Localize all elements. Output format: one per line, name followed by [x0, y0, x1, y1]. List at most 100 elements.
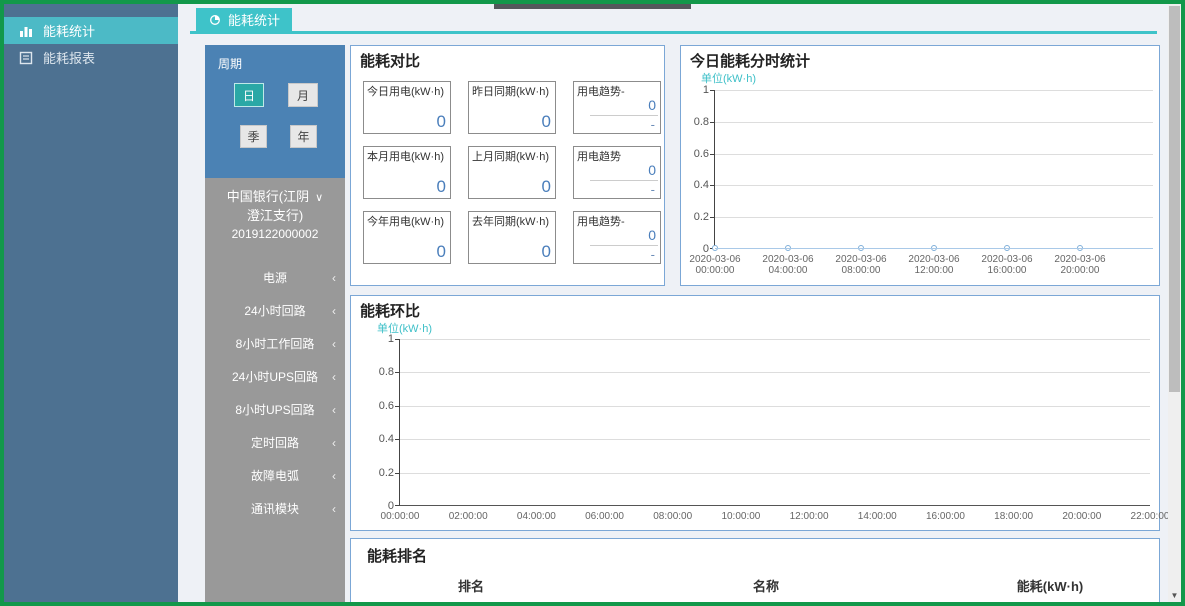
divider [590, 115, 658, 116]
sidebar-item-energy-report[interactable]: 能耗报表 [4, 44, 178, 71]
period-button-quarter[interactable]: 季 [240, 125, 267, 148]
stat-card-value: 0 [437, 112, 446, 132]
menu-item-8h-work-circuit[interactable]: 8小时工作回路‹ [205, 327, 345, 360]
pie-chart-icon [208, 12, 223, 27]
y-tick-label: 0.2 [362, 467, 394, 479]
menu-item-24h-ups-circuit[interactable]: 24小时UPS回路‹ [205, 360, 345, 393]
gridline [715, 217, 1153, 218]
device-menu: 电源‹ 24小时回路‹ 8小时工作回路‹ 24小时UPS回路‹ 8小时UPS回路… [205, 261, 345, 525]
y-tick-label: 1 [677, 84, 709, 96]
data-line [715, 248, 1153, 249]
x-tick-label: 2020-03-0612:00:00 [894, 254, 974, 276]
bar-chart-icon [18, 23, 33, 38]
y-tick-mark [710, 217, 715, 218]
tab-underline [190, 31, 1157, 34]
y-tick-mark [395, 473, 400, 474]
stat-card-label: 用电趋势- [577, 83, 657, 99]
y-tick-label: 0.6 [362, 400, 394, 412]
gridline [715, 122, 1153, 123]
panel-title: 能耗排名 [367, 545, 427, 566]
stat-card-trend-month: 用电趋势 0 - [573, 146, 661, 199]
stat-card-value: 0 [648, 227, 656, 243]
period-button-year[interactable]: 年 [290, 125, 317, 148]
stat-card-last-year: 去年同期(kW·h) 0 [468, 211, 556, 264]
org-selector[interactable]: 中国银行(江阴∨ 澄江支行) [205, 178, 345, 225]
scrollbar-thumb[interactable] [1169, 6, 1180, 392]
stat-card-value: 0 [542, 112, 551, 132]
stat-card-value: 0 [437, 177, 446, 197]
gridline [715, 154, 1153, 155]
menu-item-fault-arc[interactable]: 故障电弧‹ [205, 459, 345, 492]
gridline [400, 505, 1150, 506]
report-icon [18, 50, 33, 65]
divider [590, 180, 658, 181]
chevron-left-icon: ‹ [332, 370, 336, 384]
chevron-left-icon: ‹ [332, 502, 336, 516]
menu-item-24h-circuit[interactable]: 24小时回路‹ [205, 294, 345, 327]
y-tick-mark [395, 439, 400, 440]
stat-card-today: 今日用电(kW·h) 0 [363, 81, 451, 134]
chevron-left-icon: ‹ [332, 304, 336, 318]
stat-card-label: 去年同期(kW·h) [472, 213, 552, 229]
org-name-line2: 澄江支行) [247, 208, 303, 223]
column-header-name: 名称 [591, 576, 941, 595]
stat-card-last-month: 上月同期(kW·h) 0 [468, 146, 556, 199]
y-tick-label: 0.8 [362, 366, 394, 378]
menu-item-power[interactable]: 电源‹ [205, 261, 345, 294]
gridline [715, 90, 1153, 91]
stat-card-label: 用电趋势 [577, 148, 657, 164]
stat-card-value: 0 [542, 177, 551, 197]
gridline [400, 339, 1150, 340]
stat-card-sub: - [651, 182, 655, 197]
x-tick-label: 2020-03-0620:00:00 [1040, 254, 1120, 276]
chevron-down-icon: ∨ [315, 192, 323, 204]
chart-title: 今日能耗分时统计 [690, 50, 810, 71]
menu-item-timed-circuit[interactable]: 定时回路‹ [205, 426, 345, 459]
vertical-scrollbar[interactable]: ▼ [1168, 4, 1181, 602]
stat-card-yesterday: 昨日同期(kW·h) 0 [468, 81, 556, 134]
y-tick-label: 0.6 [677, 148, 709, 160]
stat-card-value: 0 [648, 97, 656, 113]
column-header-rank: 排名 [351, 576, 591, 595]
menu-item-comm-module[interactable]: 通讯模块‹ [205, 492, 345, 525]
energy-ranking-panel: 能耗排名 排名 名称 能耗(kW·h) [350, 538, 1160, 602]
stat-card-this-year: 今年用电(kW·h) 0 [363, 211, 451, 264]
app-body: 能耗统计 能耗报表 能耗统计 周期 日 月 季 [4, 4, 1181, 602]
chevron-left-icon: ‹ [332, 436, 336, 450]
y-tick-mark [710, 122, 715, 123]
chevron-left-icon: ‹ [332, 337, 336, 351]
stat-card-label: 今日用电(kW·h) [367, 83, 447, 99]
scroll-down-arrow-icon[interactable]: ▼ [1168, 591, 1181, 600]
table-header-row: 排名 名称 能耗(kW·h) [351, 576, 1159, 602]
stat-card-value: 0 [648, 162, 656, 178]
y-tick-mark [395, 339, 400, 340]
y-tick-label: 0.4 [362, 433, 394, 445]
stat-card-this-month: 本月用电(kW·h) 0 [363, 146, 451, 199]
y-tick-label: 0.4 [677, 179, 709, 191]
period-button-month[interactable]: 月 [288, 83, 318, 107]
chevron-left-icon: ‹ [332, 403, 336, 417]
gridline [400, 372, 1150, 373]
tab-energy-stats[interactable]: 能耗统计 [196, 8, 292, 31]
gridline [400, 473, 1150, 474]
y-tick-mark [395, 372, 400, 373]
period-button-day[interactable]: 日 [234, 83, 264, 107]
gridline [400, 406, 1150, 407]
period-label: 周期 [218, 55, 242, 72]
sidebar-item-label: 能耗报表 [43, 48, 95, 67]
energy-comparison-panel: 能耗对比 今日用电(kW·h) 0 昨日同期(kW·h) 0 用电趋势- 0 -… [350, 45, 665, 286]
stat-card-label: 本月用电(kW·h) [367, 148, 447, 164]
sidebar-item-energy-stats[interactable]: 能耗统计 [4, 17, 178, 44]
device-nav-section: 中国银行(江阴∨ 澄江支行) 2019122000002 电源‹ 24小时回路‹… [205, 178, 345, 602]
chevron-left-icon: ‹ [332, 469, 336, 483]
stat-card-label: 昨日同期(kW·h) [472, 83, 552, 99]
line-chart-plot: 10.80.60.40.2000:00:0002:00:0004:00:0006… [399, 339, 1150, 506]
app-window: 能耗统计 能耗报表 能耗统计 周期 日 月 季 [0, 0, 1185, 606]
x-tick-label: 2020-03-0616:00:00 [967, 254, 1047, 276]
menu-item-8h-ups-circuit[interactable]: 8小时UPS回路‹ [205, 393, 345, 426]
stat-card-label: 用电趋势- [577, 213, 657, 229]
x-tick-label: 2020-03-0604:00:00 [748, 254, 828, 276]
divider [590, 245, 658, 246]
sidebar-item-label: 能耗统计 [43, 21, 95, 40]
top-overlay-bar [494, 4, 691, 9]
